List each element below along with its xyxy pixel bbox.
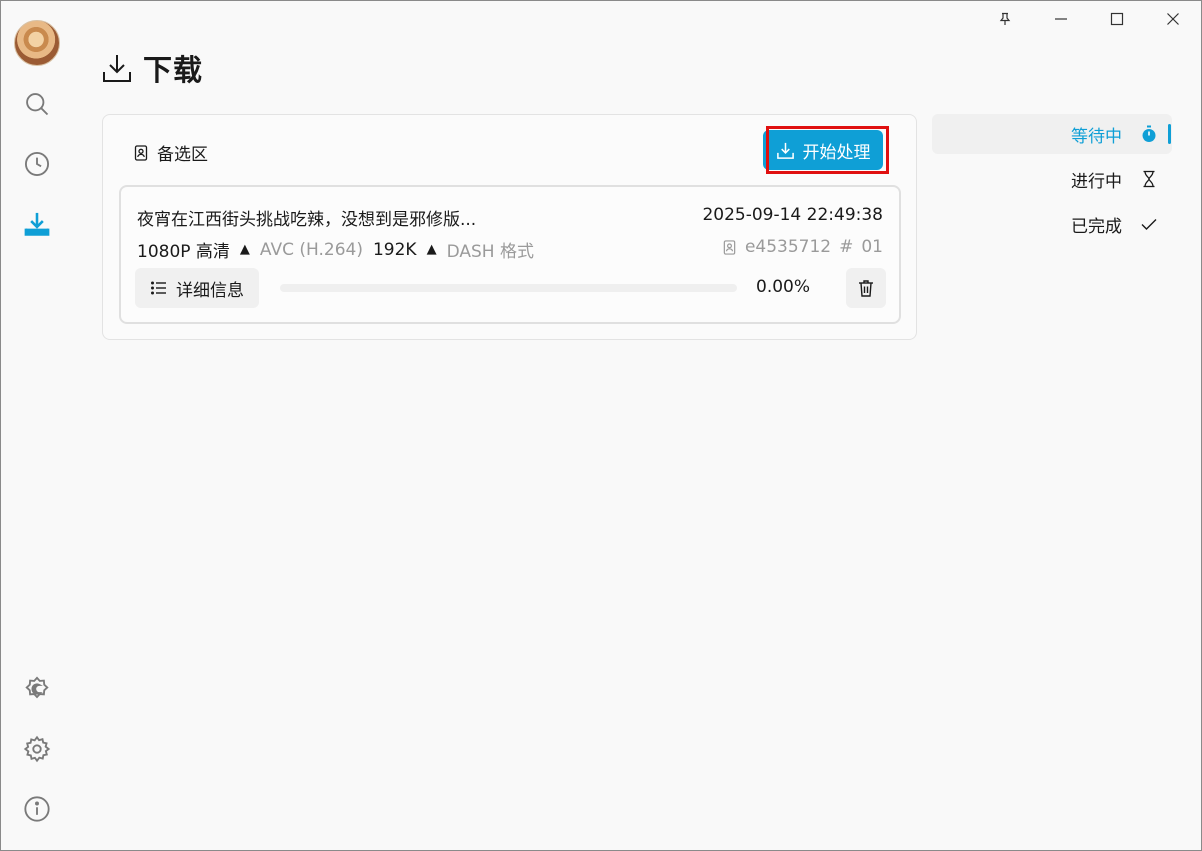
page-title: 下载 (143, 53, 204, 87)
contact-card-icon (134, 144, 148, 161)
status-tabs: 等待中 进行中 已完成 (932, 114, 1172, 249)
search-icon (26, 93, 49, 116)
hash-symbol: # (839, 237, 854, 257)
progress-bar (280, 284, 737, 292)
list-icon (151, 281, 166, 295)
task-id-line: e4535712 # 01 (722, 237, 883, 257)
tab-running[interactable]: 进行中 (932, 159, 1172, 199)
maximize-button[interactable] (1089, 1, 1145, 37)
candidate-panel: 备选区 开始处理 夜宵在江西街头挑战吃辣，没想到是邪修版... 2025-09-… (102, 114, 917, 340)
avatar[interactable] (14, 20, 60, 66)
task-timestamp: 2025-09-14 22:49:38 (702, 205, 883, 225)
resolution: 1080P 高清 (137, 242, 230, 262)
task-index: 01 (861, 237, 883, 257)
details-label: 详细信息 (176, 280, 244, 301)
window-controls (977, 1, 1201, 37)
pin-button[interactable] (977, 1, 1033, 37)
details-button[interactable]: 详细信息 (135, 268, 259, 308)
delete-button[interactable] (846, 268, 886, 308)
progress-percent: 0.00% (756, 277, 811, 297)
gear-icon (23, 735, 51, 763)
tab-running-label: 进行中 (1071, 171, 1122, 192)
start-processing-button[interactable]: 开始处理 (763, 130, 883, 170)
nav-theme[interactable] (17, 669, 57, 709)
tab-waiting-label: 等待中 (1071, 126, 1122, 147)
minimize-button[interactable] (1033, 1, 1089, 37)
active-indicator (1168, 124, 1171, 144)
download-icon (24, 212, 50, 236)
tab-completed[interactable]: 已完成 (932, 204, 1172, 244)
check-icon (1141, 219, 1157, 230)
info-icon (24, 796, 50, 822)
start-processing-label: 开始处理 (802, 142, 871, 163)
page-header: 下载 (101, 47, 203, 89)
nav-settings[interactable] (17, 729, 57, 769)
audio-stream-icon: ▲ (426, 242, 437, 257)
theme-icon (25, 676, 49, 699)
task-card: 夜宵在江西街头挑战吃辣，没想到是邪修版... 2025-09-14 22:49:… (119, 185, 901, 324)
task-id: e4535712 (744, 237, 832, 257)
minimize-icon (1055, 18, 1067, 20)
maximize-icon (1110, 12, 1124, 26)
nav-history[interactable] (17, 144, 57, 184)
stream-format: DASH 格式 (446, 242, 534, 262)
codec: AVC (H.264) (259, 239, 363, 260)
close-button[interactable] (1145, 1, 1201, 37)
audio-bitrate: 192K (372, 239, 417, 260)
close-icon (1167, 13, 1179, 25)
panel-label: 备选区 (157, 145, 208, 165)
contact-card-icon (723, 239, 736, 255)
nav-search[interactable] (17, 84, 57, 124)
stopwatch-icon (1142, 125, 1156, 142)
pin-icon (999, 12, 1011, 25)
tab-waiting[interactable]: 等待中 (932, 114, 1172, 154)
nav-rail (1, 1, 73, 850)
nav-download[interactable] (17, 204, 57, 244)
task-meta: 1080P 高清 ▲ AVC (H.264) 192K ▲ DASH 格式 (137, 237, 534, 263)
clock-icon (24, 151, 50, 177)
download-tray-icon (103, 55, 131, 82)
panel-header: 备选区 (133, 140, 208, 165)
tab-completed-label: 已完成 (1071, 216, 1122, 237)
nav-about[interactable] (17, 789, 57, 829)
hourglass-icon (1143, 170, 1155, 188)
video-stream-icon: ▲ (239, 242, 250, 257)
download-tray-icon (776, 142, 794, 159)
task-title: 夜宵在江西街头挑战吃辣，没想到是邪修版... (137, 210, 477, 230)
trash-icon (859, 280, 873, 297)
